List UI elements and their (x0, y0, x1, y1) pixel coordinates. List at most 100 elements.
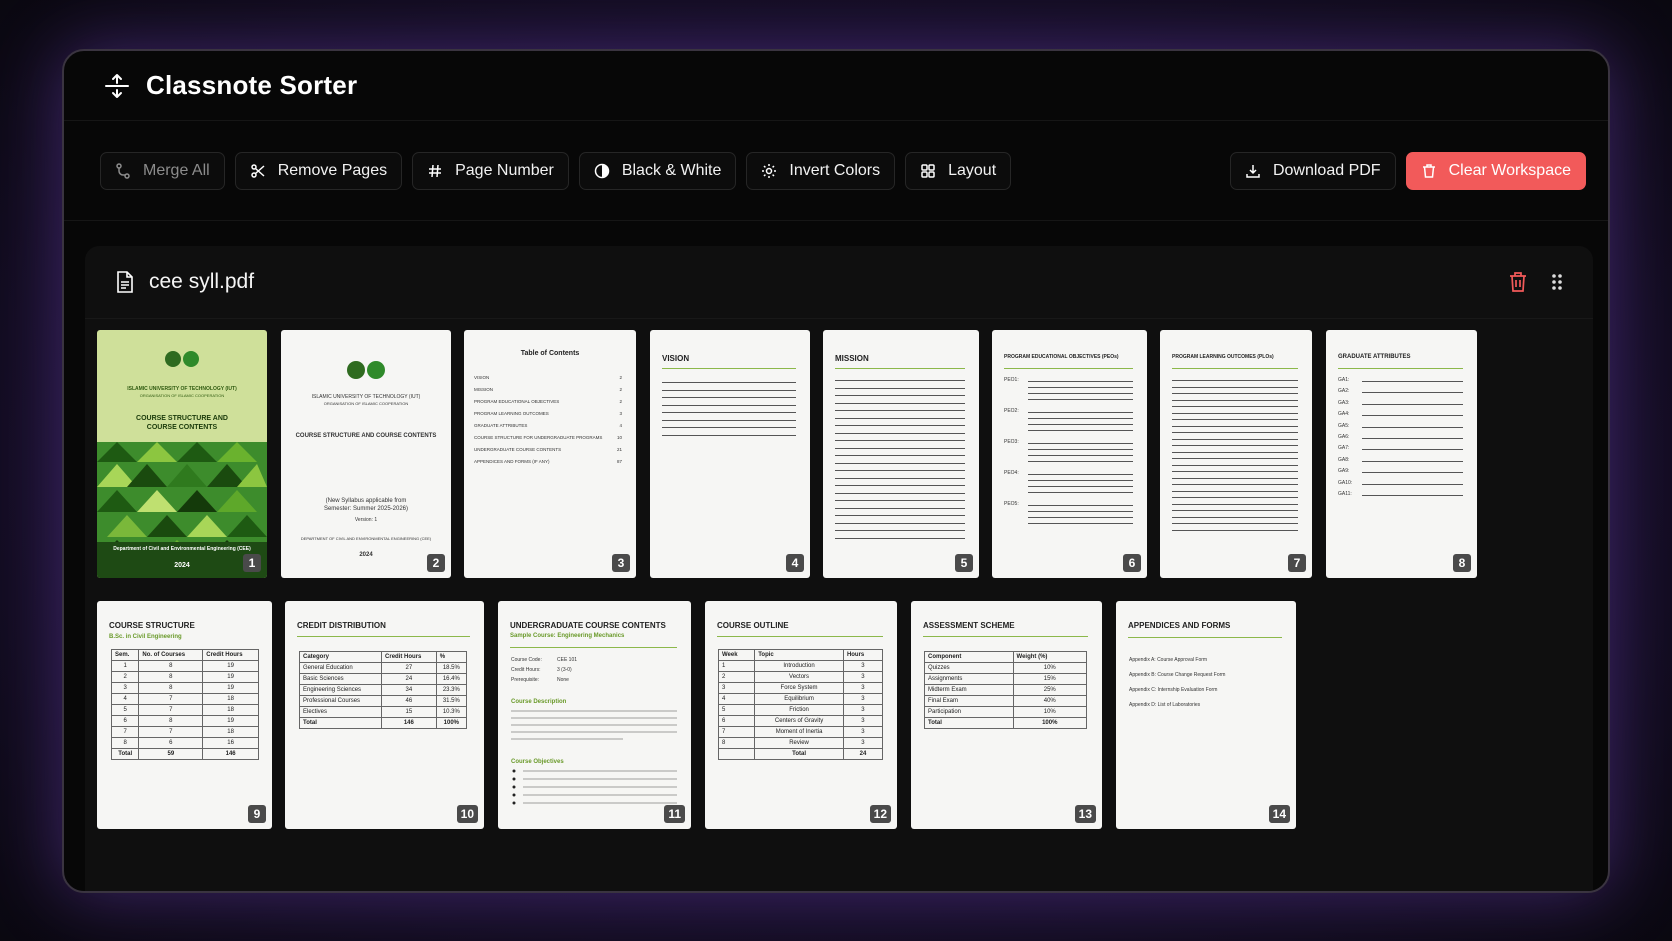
table-header-cell: Component (924, 651, 1014, 663)
page-thumbnail[interactable]: ISLAMIC UNIVERSITY OF TECHNOLOGY (IUT) O… (97, 330, 267, 578)
table-cell: 1 (717, 660, 756, 672)
toolbar: Merge All Remove Pages Page Number Black… (64, 121, 1608, 221)
table-cell: 1 (110, 660, 140, 672)
table-cell: Total (298, 717, 383, 729)
item-label: GA10: (1338, 479, 1353, 486)
page-thumbnail[interactable]: CREDIT DISTRIBUTION Category Credit Hours… (285, 601, 484, 829)
page-thumbnail[interactable]: COURSE OUTLINE Week Topic Hours 1 Introducti… (705, 601, 897, 829)
table-cell: 6 (717, 715, 756, 727)
table-cell: 3 (842, 671, 884, 683)
university-name: ISLAMIC UNIVERSITY OF TECHNOLOGY (IUT) (127, 386, 237, 392)
page-number-button[interactable]: Page Number (412, 151, 569, 190)
download-pdf-button[interactable]: Download PDF (1229, 151, 1396, 190)
table-cell: 24 (381, 673, 437, 685)
item-line (1028, 461, 1133, 462)
table-cell: 3 (842, 726, 884, 738)
appendix-item: Appendix A: Course Approval Form (1129, 657, 1208, 663)
organisation-name: ORGANISATION OF ISLAMIC COOPERATION (139, 393, 225, 398)
toc-row: PROGRAM EDUCATIONAL OBJECTIVES 2 (474, 396, 622, 408)
text-line (835, 440, 965, 441)
table-header-cell: No. of Courses (138, 649, 204, 661)
table-row: Professional Courses 46 31.5% (298, 695, 468, 707)
page-thumbnail[interactable]: UNDERGRADUATE COURSE CONTENTS Sample Cou… (498, 601, 691, 829)
table-cell: 19 (202, 715, 259, 727)
text-line (662, 397, 796, 398)
page-thumbnail[interactable]: PROGRAM EDUCATIONAL OBJECTIVES (PEOs) 6 … (992, 330, 1147, 578)
clear-workspace-button[interactable]: Clear Workspace (1405, 151, 1586, 190)
text-line (1172, 516, 1298, 518)
page-thumbnail[interactable]: PROGRAM LEARNING OUTCOMES (PLOs) 7 (1160, 330, 1312, 578)
table-cell: 3 (110, 682, 140, 694)
toc-row: APPENDICES AND FORMS (IF ANY) 87 (474, 456, 622, 468)
item-line (1028, 424, 1133, 425)
table-cell: 8 (138, 682, 204, 694)
table-cell: Total (754, 748, 844, 760)
text-line (1172, 445, 1298, 446)
page-number-badge: 7 (1288, 554, 1306, 572)
table-cell: 146 (381, 717, 437, 729)
toc-title: APPENDICES AND FORMS (IF ANY) (474, 459, 550, 464)
table-row: General Education 27 18.5% (298, 662, 468, 674)
text-line (1172, 497, 1298, 498)
text-line (662, 427, 796, 428)
page-thumbnail[interactable]: Table of Contents VISION 2 MISSION 2 PROGRAM… (464, 330, 636, 578)
table-cell: 5 (717, 704, 756, 716)
item-line (1362, 403, 1463, 405)
table-cell: 6 (138, 737, 204, 749)
toc-title: VISION (474, 375, 490, 380)
appendix-item: Appendix D: List of Laboratories (1129, 702, 1201, 708)
document-icon (117, 271, 133, 293)
heading-rule (923, 636, 1088, 637)
clear-workspace-label: Clear Workspace (1448, 161, 1571, 179)
scissors-icon (250, 163, 265, 178)
table-cell: 7 (138, 726, 204, 738)
invert-colors-button[interactable]: Invert Colors (746, 151, 896, 190)
page-thumbnail[interactable]: APPENDICES AND FORMS Appendix A: Course … (1116, 601, 1296, 829)
toc-title: UNDERGRADUATE COURSE CONTENTS (474, 447, 562, 452)
drag-handle-icon[interactable] (1551, 272, 1563, 292)
table-cell: 19 (202, 660, 259, 672)
delete-file-icon[interactable] (1509, 272, 1527, 292)
page-thumbnail[interactable]: ISLAMIC UNIVERSITY OF TECHNOLOGY (IUT) O… (281, 330, 451, 578)
table-cell: Midterm Exam (924, 684, 1014, 696)
page-thumbnail[interactable]: ASSESSMENT SCHEME Component Weight (%) Qui… (911, 601, 1102, 829)
table-cell: Total (110, 748, 140, 760)
merge-all-button[interactable]: Merge All (100, 151, 225, 190)
university-name: ISLAMIC UNIVERSITY OF TECHNOLOGY (IUT) (311, 394, 421, 400)
layout-button[interactable]: Layout (905, 151, 1012, 190)
toc-page: 21 (616, 447, 622, 452)
item-label: PEO4: (1004, 470, 1019, 476)
course-field-key: Credit Hours: (511, 667, 541, 673)
toc-list: VISION 2 MISSION 2 PROGRAM EDUCATIONAL OBJEC… (474, 372, 622, 468)
page-thumbnail[interactable]: MISSION 5 (823, 330, 979, 578)
page-thumbnail[interactable]: VISION 4 (650, 330, 810, 578)
table-header-cell: Topic (754, 649, 844, 661)
table-cell: 146 (202, 748, 259, 760)
item-line (1028, 418, 1133, 419)
text-line (835, 500, 965, 501)
item-line (1028, 387, 1133, 388)
item-line (1362, 426, 1463, 428)
page-heading: PROGRAM LEARNING OUTCOMES (PLOs) (1172, 354, 1274, 360)
objective-bullets (512, 769, 677, 805)
page-heading: MISSION (835, 354, 869, 363)
table-cell: 10.3% (435, 706, 468, 718)
text-line (835, 417, 965, 419)
item-label: GA9: (1338, 468, 1350, 475)
layout-label: Layout (948, 161, 997, 179)
item-line (1028, 523, 1133, 524)
item-line (1362, 415, 1463, 417)
page-thumbnail[interactable]: COURSE STRUCTURE B.Sc. in Civil Engineer… (97, 601, 272, 829)
text-line (1172, 503, 1298, 505)
page-heading: ASSESSMENT SCHEME (923, 621, 1015, 630)
table-row: 8 6 16 (110, 737, 259, 749)
table-row: Participation 10% (924, 706, 1088, 718)
text-line (1172, 464, 1298, 466)
remove-pages-button[interactable]: Remove Pages (234, 151, 403, 190)
black-white-button[interactable]: Black & White (578, 151, 737, 190)
table-cell (717, 748, 756, 760)
app-window: Classnote Sorter Merge All Remove Pages … (62, 49, 1610, 893)
toc-row: PROGRAM LEARNING OUTCOMES 3 (474, 408, 622, 420)
table-cell: Quizzes (924, 662, 1014, 674)
page-thumbnail[interactable]: GRADUATE ATTRIBUTES 8 GA1: GA2: GA3: GA4: GA… (1326, 330, 1477, 578)
